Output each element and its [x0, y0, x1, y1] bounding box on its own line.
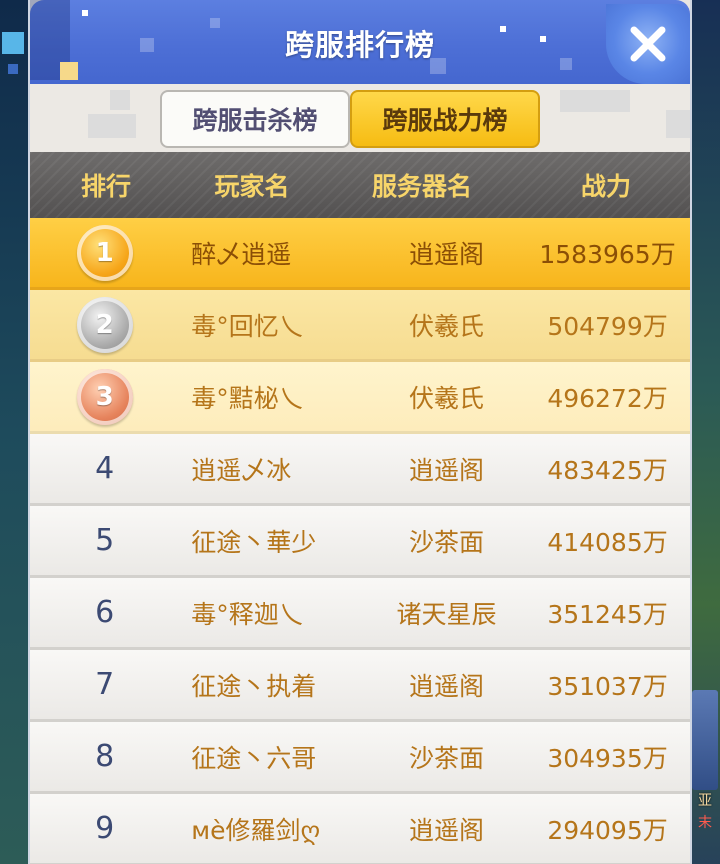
background-label-2: 末 [698, 815, 712, 831]
tab-bar: 跨服击杀榜 跨服战力榜 [30, 84, 690, 152]
rank-cell: 1 [30, 224, 179, 281]
server-name: 伏羲氏 [409, 311, 485, 341]
table-row[interactable]: 1 醉乄逍遥 逍遥阁 1583965万 [30, 218, 690, 290]
server-name: 逍遥阁 [409, 671, 485, 701]
table-row[interactable]: 8 征途丶六哥 沙茶面 304935万 [30, 722, 690, 794]
player-name: мè修羅剑ღ [191, 815, 321, 845]
power-value: 496272万 [547, 383, 668, 413]
rank-number: 6 [95, 595, 115, 630]
server-name: 沙茶面 [409, 527, 485, 557]
bronze-medal-icon: 3 [76, 368, 133, 425]
power-value: 351037万 [547, 671, 668, 701]
server-name: 伏羲氏 [409, 383, 485, 413]
window-title: 跨服排行榜 [284, 28, 435, 62]
tab-kill-ranking[interactable]: 跨服击杀榜 [160, 90, 350, 148]
header-power: 战力 [580, 172, 631, 201]
table-row[interactable]: 9 мè修羅剑ღ 逍遥阁 294095万 [30, 794, 690, 864]
background-right: 亚 末 [690, 0, 720, 864]
player-name: 毒°释迦乀 [191, 599, 304, 629]
gold-medal-icon: 1 [76, 224, 133, 281]
player-name: 征途丶执着 [191, 671, 317, 701]
table-row[interactable]: 7 征途丶执着 逍遥阁 351037万 [30, 650, 690, 722]
table-header: 排行 玩家名 服务器名 战力 [30, 152, 690, 218]
server-name: 沙茶面 [409, 743, 485, 773]
power-value: 304935万 [547, 743, 668, 773]
power-value: 483425万 [547, 455, 668, 485]
table-row[interactable]: 5 征途丶華少 沙茶面 414085万 [30, 506, 690, 578]
rank-cell: 2 [30, 296, 179, 353]
rank-number: 9 [95, 811, 115, 846]
power-value: 1583965万 [539, 239, 676, 269]
server-name: 逍遥阁 [409, 815, 485, 845]
rank-number: 5 [95, 523, 115, 558]
server-name: 诸天星辰 [396, 599, 497, 629]
table-row[interactable]: 3 毒°黠柲乀 伏羲氏 496272万 [30, 362, 690, 434]
player-name: 醉乄逍遥 [191, 239, 292, 269]
rank-number: 4 [95, 451, 115, 486]
background-left [0, 0, 30, 864]
title-bar: 跨服排行榜 [30, 0, 690, 84]
close-button[interactable] [606, 4, 690, 84]
leaderboard-panel: 跨服排行榜 跨服击杀榜 跨服战力榜 排行 玩家名 服务器名 战力 1 醉乄逍遥 [28, 0, 692, 864]
power-value: 351245万 [547, 599, 668, 629]
background-label: 亚 [698, 793, 712, 809]
rank-number: 8 [95, 739, 115, 774]
player-name: 逍遥乄冰 [191, 455, 292, 485]
power-value: 294095万 [547, 815, 668, 845]
server-name: 逍遥阁 [409, 239, 485, 269]
server-name: 逍遥阁 [409, 455, 485, 485]
close-icon [630, 26, 666, 62]
player-name: 征途丶華少 [191, 527, 317, 557]
power-value: 504799万 [547, 311, 668, 341]
header-player: 玩家名 [214, 172, 290, 201]
header-rank: 排行 [80, 172, 131, 201]
rank-cell: 3 [30, 368, 179, 425]
power-value: 414085万 [547, 527, 668, 557]
table-row[interactable]: 4 逍遥乄冰 逍遥阁 483425万 [30, 434, 690, 506]
player-name: 毒°黠柲乀 [191, 383, 304, 413]
silver-medal-icon: 2 [76, 296, 133, 353]
rank-number: 7 [95, 667, 115, 702]
header-server: 服务器名 [371, 172, 472, 201]
table-row[interactable]: 6 毒°释迦乀 诸天星辰 351245万 [30, 578, 690, 650]
ranking-list: 1 醉乄逍遥 逍遥阁 1583965万 2 毒°回忆乀 伏羲氏 504799万 … [30, 218, 690, 864]
table-row[interactable]: 2 毒°回忆乀 伏羲氏 504799万 [30, 290, 690, 362]
tab-power-ranking[interactable]: 跨服战力榜 [350, 90, 540, 148]
player-name: 毒°回忆乀 [191, 311, 304, 341]
player-name: 征途丶六哥 [191, 743, 317, 773]
building-icon [692, 690, 718, 790]
